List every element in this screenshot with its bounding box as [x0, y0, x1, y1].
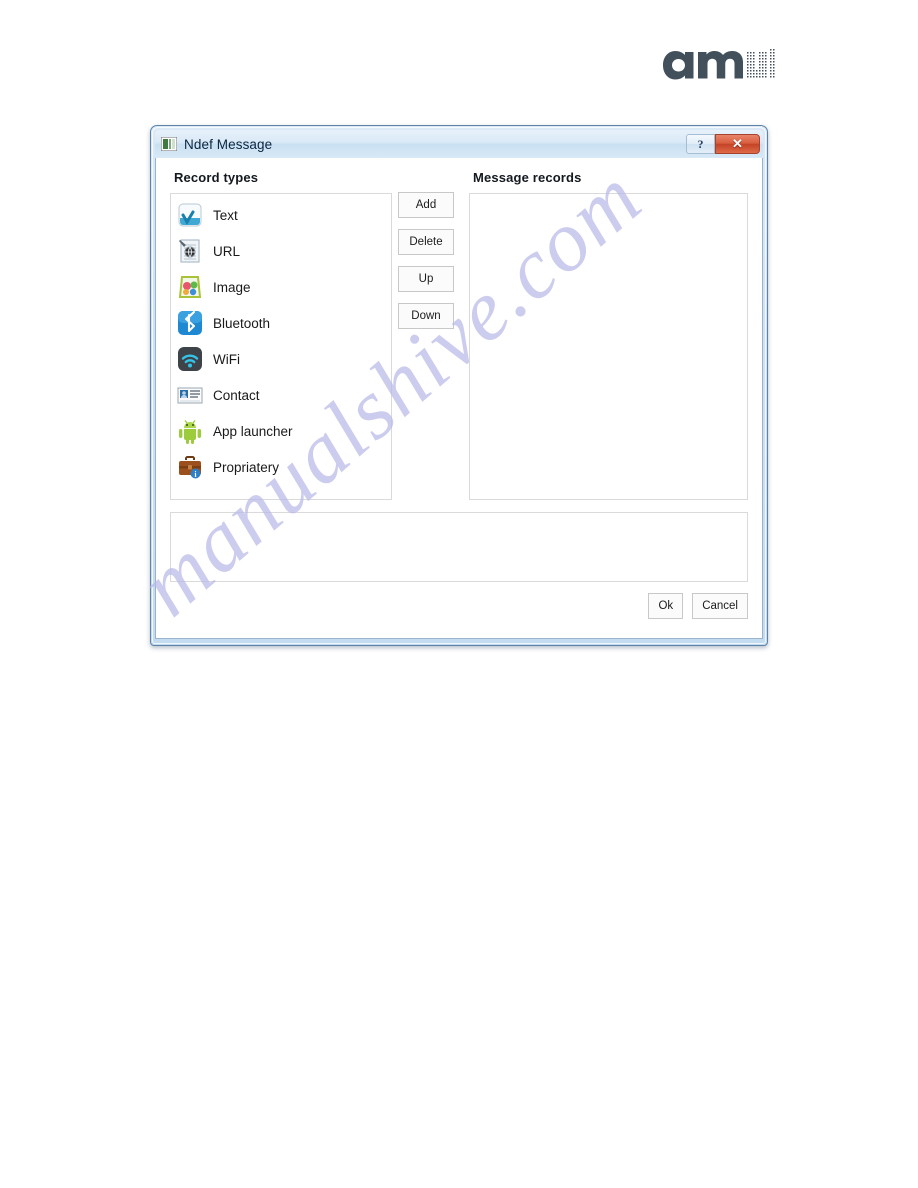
- record-type-url[interactable]: URL: [171, 233, 391, 269]
- wifi-record-icon: [176, 345, 204, 373]
- record-type-wifi[interactable]: WiFi: [171, 341, 391, 377]
- down-button[interactable]: Down: [398, 303, 454, 329]
- cancel-button[interactable]: Cancel: [692, 593, 748, 619]
- dialog-client-area: Record types Text URL Image Bluetooth Wi…: [155, 158, 763, 639]
- record-type-label: Contact: [213, 387, 260, 403]
- url-record-icon: [176, 237, 204, 265]
- record-type-text[interactable]: Text: [171, 197, 391, 233]
- record-type-contact[interactable]: Contact: [171, 377, 391, 413]
- record-type-label: URL: [213, 243, 241, 259]
- ndef-app-icon: [160, 136, 178, 152]
- record-type-label: WiFi: [213, 351, 240, 367]
- window-controls: ? ✕: [686, 134, 760, 155]
- record-type-label: Bluetooth: [213, 315, 271, 331]
- image-record-icon: [176, 273, 204, 301]
- ndef-message-dialog: Ndef Message ? ✕ Record types Text URL I…: [150, 125, 768, 646]
- record-type-app-launcher[interactable]: App launcher: [171, 413, 391, 449]
- close-button[interactable]: ✕: [715, 134, 760, 154]
- record-type-label: Propriatery: [213, 459, 280, 475]
- app-launcher-record-icon: [176, 417, 204, 445]
- record-type-bluetooth[interactable]: Bluetooth: [171, 305, 391, 341]
- contact-record-icon: [176, 381, 204, 409]
- record-type-label: Image: [213, 279, 251, 295]
- message-records-list[interactable]: [469, 193, 748, 500]
- record-types-column: Record types Text URL Image Bluetooth Wi…: [170, 170, 392, 500]
- ok-button[interactable]: Ok: [648, 593, 684, 619]
- record-type-proprietary[interactable]: i Propriatery: [171, 449, 391, 485]
- record-types-label: Record types: [174, 170, 259, 185]
- record-type-label: App launcher: [213, 423, 293, 439]
- up-button[interactable]: Up: [398, 266, 454, 292]
- record-types-list[interactable]: Text URL Image Bluetooth WiFi Contact Ap…: [170, 193, 392, 500]
- record-type-image[interactable]: Image: [171, 269, 391, 305]
- dialog-title: Ndef Message: [184, 136, 273, 152]
- help-button[interactable]: ?: [686, 134, 715, 154]
- text-record-icon: [176, 201, 204, 229]
- proprietary-record-icon: i: [176, 453, 204, 481]
- ams-logo: [663, 40, 778, 80]
- dialog-footer: Ok Cancel: [170, 593, 748, 619]
- delete-button[interactable]: Delete: [398, 229, 454, 255]
- add-button[interactable]: Add: [398, 192, 454, 218]
- record-detail-panel[interactable]: [170, 512, 748, 582]
- message-records-label: Message records: [473, 170, 582, 185]
- action-buttons-column: Add Delete Up Down: [398, 170, 462, 340]
- bluetooth-record-icon: [176, 309, 204, 337]
- message-records-column: Message records: [469, 170, 748, 500]
- panels-row: Record types Text URL Image Bluetooth Wi…: [170, 170, 748, 500]
- record-type-label: Text: [213, 207, 238, 223]
- dialog-titlebar[interactable]: Ndef Message ? ✕: [155, 130, 763, 158]
